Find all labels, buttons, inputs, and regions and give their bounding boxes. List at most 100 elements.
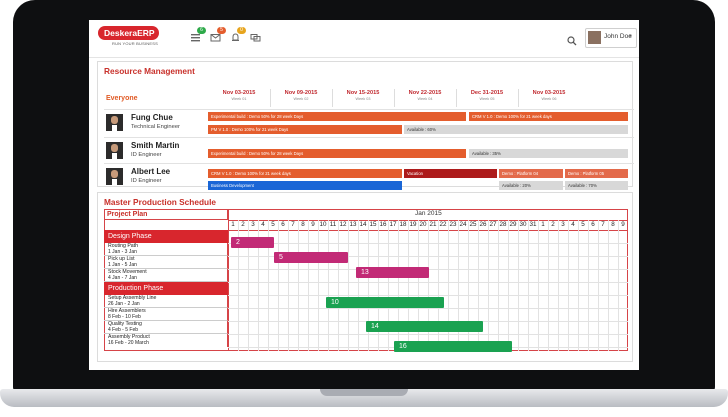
production-schedule-title: Master Production Schedule [104, 197, 217, 207]
demo-bar[interactable]: Demo : Platform 04 [499, 169, 563, 178]
week-date: Nov 09-2015 [284, 90, 318, 96]
gantt-bar[interactable]: 14 [366, 321, 483, 332]
grid-column-line [358, 220, 359, 351]
search-icon[interactable] [567, 33, 577, 46]
day-cell: 25 [469, 221, 477, 228]
allocation-bar[interactable]: PM V 1.0 : Demo 100% for 21 week Days [208, 125, 402, 134]
grid-column-line [508, 220, 509, 351]
day-cell: 4 [571, 221, 575, 228]
month-label: Jan 2015 [415, 210, 442, 217]
task-dates: 4 Feb - 5 Feb [108, 327, 139, 333]
day-cell: 27 [489, 221, 497, 228]
day-cell: 13 [349, 221, 357, 228]
week-date: Nov 15-2015 [346, 90, 380, 96]
day-cell: 20 [419, 221, 427, 228]
day-cell: 12 [339, 221, 347, 228]
week-number: Week 06 [541, 97, 557, 101]
gantt-bar[interactable]: 13 [356, 267, 429, 278]
task-row[interactable]: Quality Testing 4 Feb - 5 Feb [104, 321, 228, 334]
grid-column-line [318, 220, 319, 351]
resource-management-panel: Resource Management Everyone Nov 03-2015… [97, 61, 634, 190]
person-name: Fung Chue [131, 113, 173, 122]
day-cell: 7 [601, 221, 605, 228]
menu-badge: 6 [197, 27, 206, 34]
week-header: Nov 15-2015 Week 03 [332, 90, 394, 101]
task-row[interactable]: Stock Movement 4 Jan - 7 Jan [104, 269, 228, 282]
day-cell: 8 [611, 221, 615, 228]
day-cell: 24 [459, 221, 467, 228]
business-development-bar[interactable]: Business Development [208, 181, 402, 190]
task-row[interactable]: Pick up List 1 Jan - 5 Jan [104, 256, 228, 269]
logo-text: DeskeraERP [98, 26, 159, 40]
chevron-down-icon: ▾ [629, 33, 632, 39]
grid-column-line [588, 220, 589, 351]
gantt-bar[interactable]: 16 [394, 341, 512, 352]
user-menu[interactable]: John Doe ▾ [585, 28, 637, 48]
resource-person[interactable]: Smith Martin ID Engineer [106, 140, 206, 162]
day-cell: 22 [439, 221, 447, 228]
allocation-bar[interactable]: CRM V 1.0 : Demo 100% for 21 week days [469, 112, 628, 121]
gantt-bar[interactable]: 10 [326, 297, 444, 308]
availability-bar[interactable]: Available : 60% [404, 125, 628, 134]
bell-badge: 0 [237, 27, 246, 34]
week-number: Week 03 [355, 97, 371, 101]
allocation-bar[interactable]: CRM V 1.0 : Demo 100% for 21 week days [208, 169, 402, 178]
resource-person[interactable]: Fung Chue Technical Engineer [106, 112, 206, 134]
day-cell: 1 [231, 221, 235, 228]
phase-production[interactable]: Production Phase [104, 282, 228, 295]
day-cell: 17 [389, 221, 397, 228]
grid-column-line [568, 220, 569, 351]
gantt-bar[interactable]: 2 [231, 237, 274, 248]
resource-person[interactable]: Albert Lee ID Engineer [106, 166, 206, 188]
demo-bar[interactable]: Demo : Platform 05 [565, 169, 628, 178]
bell-icon[interactable]: 0 [229, 27, 246, 44]
grid-row-line [228, 295, 628, 296]
grid-column-line [338, 220, 339, 351]
task-row[interactable]: Assembly Product 16 Feb - 20 March [104, 334, 228, 347]
laptop-notch [320, 389, 408, 396]
day-cell: 21 [429, 221, 437, 228]
task-dates: 1 Jan - 3 Jan [108, 249, 137, 255]
allocation-bar[interactable]: Experimental build : Demo 50% for 28 wee… [208, 149, 466, 158]
grid-column-line [328, 220, 329, 351]
task-row[interactable]: Hire Assemblers 8 Feb - 10 Feb [104, 308, 228, 321]
task-row[interactable]: Setup Assembly Line 26 Jan - 2 Jan [104, 295, 228, 308]
week-header: Nov 03-2015 Week 01 [208, 90, 270, 101]
project-plan-header: Project Plan [104, 209, 228, 220]
week-number: Week 02 [293, 97, 309, 101]
task-row[interactable]: Routing Path 1 Jan - 3 Jan [104, 243, 228, 256]
day-cell: 19 [409, 221, 417, 228]
grid-column-line [578, 220, 579, 351]
day-cell: 15 [369, 221, 377, 228]
deskera-logo[interactable]: DeskeraERP RUN YOUR BUSINESS [98, 26, 168, 48]
week-divider [270, 89, 271, 107]
person-name: Albert Lee [131, 167, 171, 176]
phase-design[interactable]: Design Phase [104, 230, 228, 243]
gantt-bar[interactable]: 5 [274, 252, 348, 263]
day-cell: 16 [379, 221, 387, 228]
week-divider [332, 89, 333, 107]
vacation-bar[interactable]: Vacation [404, 169, 497, 178]
mail-icon[interactable]: 5 [209, 27, 226, 44]
chat-icon[interactable] [249, 32, 261, 44]
availability-bar[interactable]: Available : 70% [565, 181, 628, 190]
day-cell: 9 [621, 221, 625, 228]
week-divider [456, 89, 457, 107]
grid-column-line [548, 220, 549, 351]
grid-column-line [308, 220, 309, 351]
day-cell: 5 [581, 221, 585, 228]
day-cell: 10 [319, 221, 327, 228]
day-cell: 2 [241, 221, 245, 228]
availability-bar[interactable]: Available : 35% [469, 149, 628, 158]
allocation-bar[interactable]: Experimental build : Demo 50% for 28 wee… [208, 112, 466, 121]
availability-bar[interactable]: Available : 20% [499, 181, 563, 190]
menu-icon[interactable]: 6 [189, 27, 206, 44]
grid-row-line [228, 334, 628, 335]
avatar [106, 114, 123, 131]
week-number: Week 05 [479, 97, 495, 101]
day-cell: 3 [251, 221, 255, 228]
day-cell: 6 [591, 221, 595, 228]
day-cell: 2 [551, 221, 555, 228]
grid-column-line [298, 220, 299, 351]
avatar [106, 168, 123, 185]
